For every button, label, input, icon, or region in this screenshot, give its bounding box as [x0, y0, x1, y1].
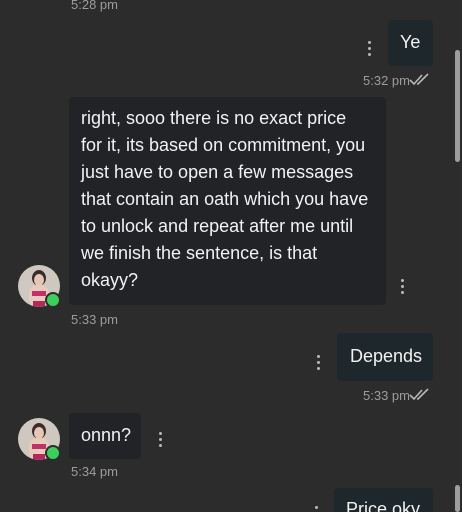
message-text: onnn?: [81, 425, 132, 445]
avatar[interactable]: [18, 418, 61, 461]
avatar[interactable]: [18, 265, 61, 308]
message-line: right, sooo there is no exact price: [81, 108, 347, 128]
double-check-icon: [409, 73, 429, 86]
outgoing-message-bubble[interactable]: Depends: [337, 333, 433, 381]
scrollbar-thumb[interactable]: [455, 50, 460, 162]
chat-thread[interactable]: 5:28 pm Ye 5:32 pm right, sooo there is …: [0, 0, 462, 512]
message-options-icon[interactable]: [316, 355, 320, 370]
message-line: okayy?: [81, 270, 139, 290]
message-text: Ye: [400, 32, 421, 52]
online-dot-icon: [45, 445, 61, 461]
online-dot-icon: [45, 292, 61, 308]
double-check-icon: [409, 388, 429, 401]
message-timestamp: 5:34 pm: [71, 464, 118, 479]
outgoing-message-bubble[interactable]: Price oky: [334, 488, 433, 512]
message-line: that contain an oath which you have: [81, 189, 369, 209]
message-text: right, sooo there is no exact price for …: [81, 105, 368, 294]
message-options-icon[interactable]: [367, 41, 371, 56]
message-timestamp: 5:28 pm: [71, 0, 118, 12]
message-text: Price oky: [346, 499, 421, 512]
message-text: Depends: [350, 346, 423, 366]
message-timestamp: 5:33 pm: [71, 312, 118, 327]
message-options-icon[interactable]: [400, 279, 404, 294]
message-line: to unlock and repeat after me until: [81, 216, 354, 236]
outgoing-message-bubble[interactable]: Ye: [388, 20, 433, 66]
message-options-icon[interactable]: [314, 506, 318, 512]
message-line: for it, its based on commitment, you: [81, 135, 366, 155]
message-line: we finish the sentence, is that: [81, 243, 318, 263]
message-timestamp: 5:32 pm: [363, 73, 410, 88]
incoming-message-bubble[interactable]: right, sooo there is no exact price for …: [69, 97, 386, 305]
scrollbar-thumb-lower[interactable]: [455, 485, 460, 512]
incoming-message-bubble[interactable]: onnn?: [69, 413, 141, 459]
message-timestamp: 5:33 pm: [363, 388, 410, 403]
message-line: just have to open a few messages: [81, 162, 354, 182]
message-options-icon[interactable]: [158, 432, 162, 447]
